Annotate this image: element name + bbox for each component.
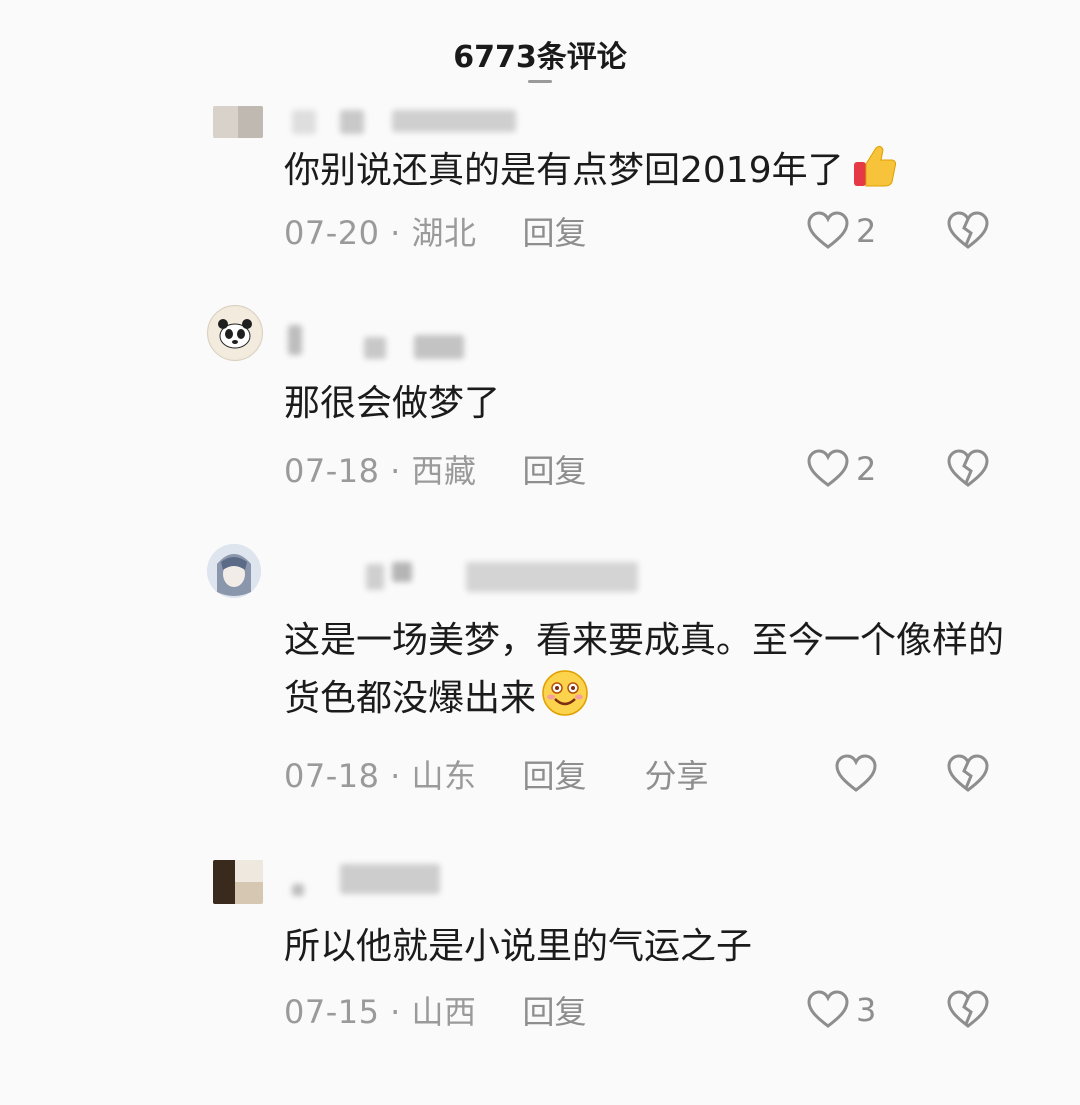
- comment-date-location: 07-20 · 湖北: [284, 214, 477, 252]
- comment-count-title: 6773条评论: [453, 40, 627, 75]
- comment-text: 所以他就是小说里的气运之子: [284, 926, 753, 967]
- username-redacted[interactable]: [340, 864, 440, 894]
- comment-text: 那很会做梦了: [284, 383, 501, 424]
- avatar[interactable]: [207, 305, 263, 361]
- like-button[interactable]: [834, 752, 884, 796]
- like-count: 2: [856, 212, 877, 250]
- like-count: 2: [856, 450, 877, 488]
- like-count: 3: [856, 991, 877, 1029]
- drag-handle[interactable]: [528, 80, 552, 83]
- thumbs-up-icon: [848, 140, 898, 206]
- username-redacted[interactable]: [366, 564, 384, 590]
- comments-header: 6773条评论: [0, 24, 1080, 84]
- comment-date-location: 07-18 · 山东: [284, 757, 477, 795]
- username-redacted[interactable]: [292, 884, 304, 896]
- avatar[interactable]: [213, 106, 263, 138]
- username-redacted[interactable]: [340, 110, 364, 134]
- avatar[interactable]: [213, 860, 263, 904]
- username-redacted[interactable]: [292, 110, 316, 134]
- comment-meta: 07-18 · 西藏 回复: [284, 447, 587, 491]
- like-button[interactable]: 2: [806, 447, 876, 491]
- share-button[interactable]: 分享: [645, 751, 709, 797]
- dislike-button[interactable]: [946, 449, 990, 493]
- grinning-face-icon: [540, 668, 590, 734]
- broken-heart-icon: [946, 211, 990, 255]
- broken-heart-icon: [946, 990, 990, 1034]
- comment-date-location: 07-18 · 西藏: [284, 452, 477, 490]
- heart-icon: [806, 449, 850, 489]
- comment-text: 这是一场美梦，看来要成真。至今一个像样的货色都没爆出来: [284, 614, 1004, 734]
- username-redacted[interactable]: [392, 562, 412, 582]
- comment-meta: 07-15 · 山西 回复: [284, 988, 587, 1032]
- like-button[interactable]: 3: [806, 988, 876, 1032]
- avatar[interactable]: [207, 544, 261, 598]
- dislike-button[interactable]: [946, 754, 990, 798]
- username-redacted[interactable]: [288, 325, 302, 355]
- broken-heart-icon: [946, 449, 990, 493]
- username-redacted[interactable]: [466, 562, 638, 592]
- comment-date-location: 07-15 · 山西: [284, 993, 477, 1031]
- reply-button[interactable]: 回复: [523, 208, 587, 254]
- like-button[interactable]: 2: [806, 209, 876, 253]
- broken-heart-icon: [946, 754, 990, 798]
- comment-meta: 07-20 · 湖北 回复: [284, 209, 587, 253]
- comment-meta: 07-18 · 山东 回复 分享: [284, 752, 709, 796]
- heart-icon: [834, 754, 878, 794]
- reply-button[interactable]: 回复: [523, 446, 587, 492]
- username-redacted[interactable]: [364, 337, 386, 359]
- username-redacted[interactable]: [392, 110, 516, 132]
- heart-icon: [806, 211, 850, 251]
- username-redacted[interactable]: [414, 335, 464, 359]
- reply-button[interactable]: 回复: [523, 751, 587, 797]
- reply-button[interactable]: 回复: [523, 987, 587, 1033]
- dislike-button[interactable]: [946, 990, 990, 1034]
- heart-icon: [806, 990, 850, 1030]
- dislike-button[interactable]: [946, 211, 990, 255]
- comment-text: 你别说还真的是有点梦回2019年了: [284, 140, 1024, 206]
